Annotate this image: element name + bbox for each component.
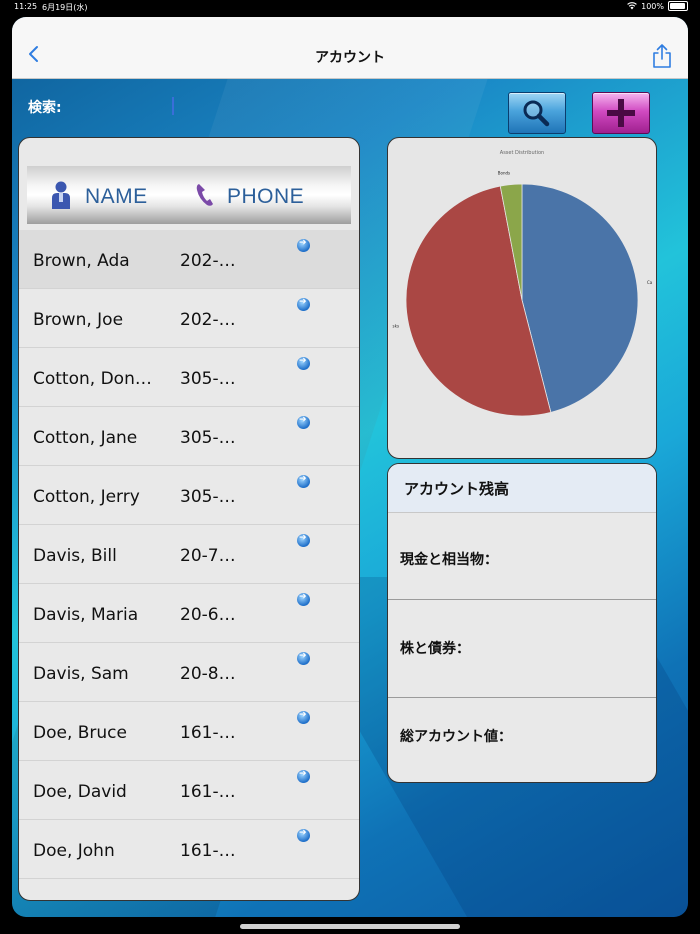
detail-arrow-icon[interactable] xyxy=(297,297,310,311)
page-title: アカウント xyxy=(315,50,385,66)
battery-icon xyxy=(668,1,688,11)
contact-name: Doe, John xyxy=(33,841,115,861)
contact-rows: Brown, Ada 202-… Brown, Joe 202-… Cotton… xyxy=(19,230,359,879)
contact-name: Doe, Bruce xyxy=(33,723,127,743)
battery-percent: 100% xyxy=(641,1,664,11)
status-bar: 11:25 6月19日(水) 100% xyxy=(0,0,700,14)
search-label: 検索: xyxy=(28,100,62,116)
contact-phone: 305-… xyxy=(180,428,236,448)
status-time: 11:25 xyxy=(14,2,38,11)
detail-arrow-icon[interactable] xyxy=(297,828,310,842)
add-button[interactable] xyxy=(592,92,650,134)
contact-name: Doe, David xyxy=(33,782,127,802)
text-caret xyxy=(172,97,174,115)
contact-phone: 161-… xyxy=(180,782,236,802)
plus-icon xyxy=(607,99,635,127)
balance-title: アカウント残高 xyxy=(404,480,510,498)
cash-row: 現金と相当物： xyxy=(388,512,656,600)
cash-label: 現金と相当物： xyxy=(400,552,498,568)
table-row[interactable]: Davis, Sam 20-8… xyxy=(19,643,359,702)
navigation-bar: アカウント xyxy=(12,17,688,79)
asset-pie-chart: Asset Distribution Ca sks Bonds xyxy=(393,150,653,417)
table-row[interactable]: Brown, Ada 202-… xyxy=(19,230,359,289)
contact-phone: 202-… xyxy=(180,251,236,271)
share-icon[interactable] xyxy=(652,43,672,69)
stocks-row: 株と債券： xyxy=(388,600,656,698)
contact-phone: 202-… xyxy=(180,310,236,330)
total-label: 総アカウント値： xyxy=(400,729,512,745)
stocks-label: 株と債券： xyxy=(400,641,470,657)
contact-name: Davis, Sam xyxy=(33,664,129,684)
asset-chart-panel: Asset Distribution Ca sks Bonds xyxy=(387,137,657,459)
detail-arrow-icon[interactable] xyxy=(297,474,310,488)
contact-phone: 161-… xyxy=(180,723,236,743)
contact-name: Davis, Maria xyxy=(33,605,139,625)
detail-arrow-icon[interactable] xyxy=(297,356,310,370)
detail-arrow-icon[interactable] xyxy=(297,710,310,724)
table-row[interactable]: Doe, David 161-… xyxy=(19,761,359,820)
detail-arrow-icon[interactable] xyxy=(297,238,310,252)
status-right: 100% xyxy=(627,1,688,11)
contact-phone: 305-… xyxy=(180,369,236,389)
contact-name: Cotton, Jerry xyxy=(33,487,140,507)
table-row[interactable]: Davis, Bill 20-7… xyxy=(19,525,359,584)
name-column-header: NAME xyxy=(85,185,148,208)
pie-label-2: Bonds xyxy=(498,171,510,176)
table-row[interactable]: Cotton, Don… 305-… xyxy=(19,348,359,407)
pie-label-1: sks xyxy=(393,323,399,328)
contact-phone: 20-6… xyxy=(180,605,236,625)
magnifier-icon xyxy=(523,100,550,127)
chart-title: Asset Distribution xyxy=(500,150,544,156)
phone-icon xyxy=(196,184,213,206)
home-indicator xyxy=(240,924,460,929)
app-screen: アカウント 検索: NAME PHONE Brown, Ada 202-… ➔ … xyxy=(12,17,688,917)
table-row[interactable]: Davis, Maria 20-6… xyxy=(19,584,359,643)
person-icon xyxy=(52,181,70,209)
balance-header: アカウント残高 xyxy=(388,464,656,513)
search-button[interactable] xyxy=(508,92,566,134)
table-row[interactable]: Cotton, Jane 305-… xyxy=(19,407,359,466)
table-row[interactable]: Brown, Joe 202-… xyxy=(19,289,359,348)
table-row[interactable]: Doe, Bruce 161-… xyxy=(19,702,359,761)
search-input[interactable] xyxy=(72,93,236,119)
total-row: 総アカウント値： xyxy=(388,698,656,782)
contact-list-panel: NAME PHONE Brown, Ada 202-… Brown, Joe 2… xyxy=(18,137,360,901)
contact-phone: 20-7… xyxy=(180,546,236,566)
detail-arrow-icon[interactable] xyxy=(297,415,310,429)
status-date: 6月19日(水) xyxy=(42,3,88,12)
pie-label-0: Ca xyxy=(647,280,653,285)
detail-arrow-icon[interactable] xyxy=(297,651,310,665)
table-row[interactable]: Doe, John 161-… xyxy=(19,820,359,879)
contact-name: Cotton, Don… xyxy=(33,369,152,389)
detail-arrow-icon[interactable] xyxy=(297,769,310,783)
list-header: NAME PHONE xyxy=(27,166,351,224)
contact-name: Brown, Joe xyxy=(33,310,124,330)
wifi-icon xyxy=(627,2,637,10)
detail-arrow-icon[interactable] xyxy=(297,533,310,547)
phone-column-header: PHONE xyxy=(227,185,305,208)
contact-name: Cotton, Jane xyxy=(33,428,138,448)
contact-name: Brown, Ada xyxy=(33,251,130,271)
contact-phone: 161-… xyxy=(180,841,236,861)
table-row[interactable]: Cotton, Jerry 305-… xyxy=(19,466,359,525)
contact-name: Davis, Bill xyxy=(33,546,117,566)
account-balance-panel: アカウント残高 現金と相当物： 株と債券： 総アカウント値： xyxy=(387,463,657,783)
detail-arrow-icon[interactable] xyxy=(297,592,310,606)
contact-phone: 305-… xyxy=(180,487,236,507)
contact-phone: 20-8… xyxy=(180,664,236,684)
